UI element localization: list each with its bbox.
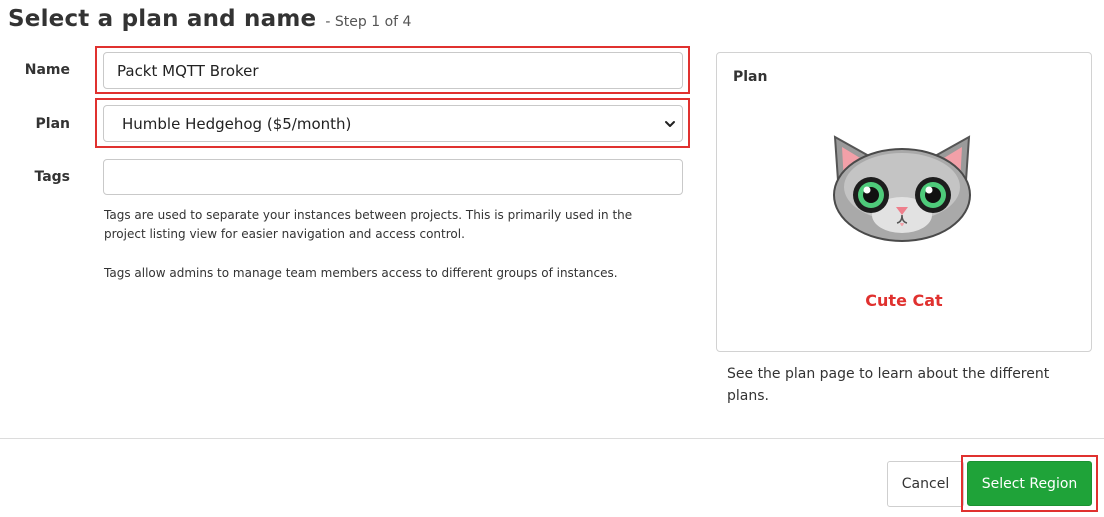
- name-label: Name: [24, 62, 70, 78]
- page-title-text: Select a plan and name: [8, 6, 317, 32]
- page-title: Select a plan and name - Step 1 of 4: [8, 6, 411, 32]
- tags-input[interactable]: [103, 159, 683, 195]
- plan-page-note: See the plan page to learn about the dif…: [727, 366, 1050, 404]
- name-input[interactable]: Packt MQTT Broker: [103, 52, 683, 89]
- plan-select[interactable]: Humble Hedgehog ($5/month): [103, 105, 683, 142]
- step-indicator: - Step 1 of 4: [325, 14, 412, 30]
- plan-select-value: Humble Hedgehog ($5/month): [122, 114, 352, 133]
- chevron-down-icon: [665, 120, 675, 127]
- footer-divider: [0, 438, 1104, 439]
- select-region-button[interactable]: Select Region: [967, 461, 1092, 506]
- tags-admin-help-text: Tags allow admins to manage team members…: [104, 266, 618, 280]
- cat-mascot-icon: [833, 135, 971, 242]
- cancel-button[interactable]: Cancel: [887, 461, 964, 507]
- plan-mascot-name: Cute Cat: [865, 291, 943, 310]
- plan-card-title: Plan: [733, 69, 768, 85]
- tags-help-text: Tags are used to separate your instances…: [104, 208, 633, 241]
- tags-label: Tags: [34, 169, 70, 185]
- plan-card: Plan Cute Cat: [716, 52, 1092, 352]
- plan-label: Plan: [35, 116, 70, 132]
